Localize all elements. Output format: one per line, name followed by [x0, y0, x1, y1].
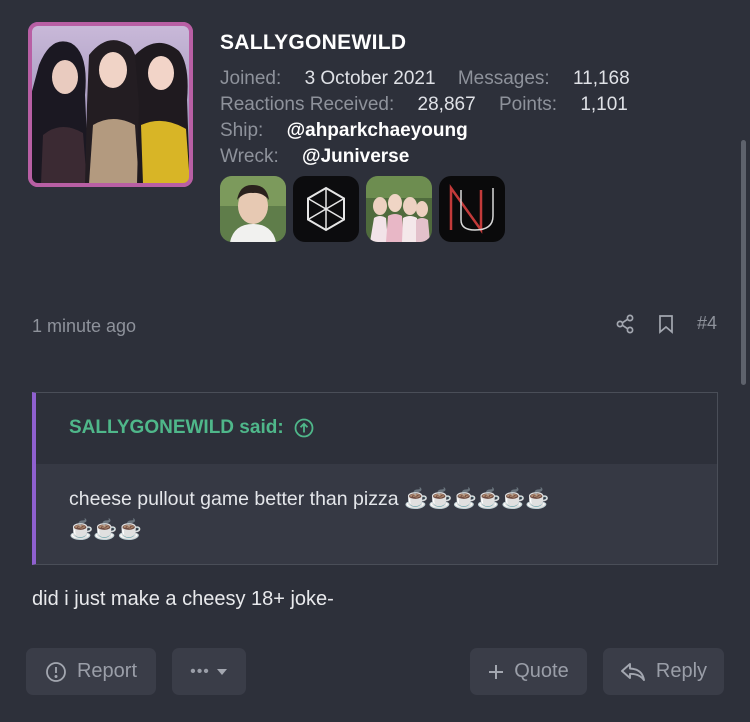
post-number[interactable]: #4 — [697, 313, 717, 334]
reactions-value: 28,867 — [417, 94, 476, 115]
group-photo-badge[interactable] — [366, 176, 432, 242]
post-actions-top: #4 — [615, 313, 717, 334]
hexagon-logo-badge[interactable] — [293, 176, 359, 242]
nu-logo-badge[interactable] — [439, 176, 505, 242]
quote-text: cheese pullout game better than pizza ☕☕… — [69, 488, 550, 510]
wreck-value[interactable]: @Juniverse — [302, 146, 409, 167]
points-label: Points: — [498, 94, 558, 115]
username[interactable]: SALLYGONEWILD — [220, 31, 406, 55]
scrollbar[interactable] — [741, 140, 746, 385]
more-options-button[interactable]: ••• — [172, 648, 246, 695]
ship-row: Ship: @ahparkchaeyoung — [220, 120, 468, 142]
quote-button[interactable]: Quote — [470, 648, 587, 695]
ship-label: Ship: — [220, 120, 264, 141]
quote-text-continued: ☕☕☕ — [69, 519, 142, 541]
quote-body: cheese pullout game better than pizza ☕☕… — [36, 464, 717, 564]
joined-value: 3 October 2021 — [304, 68, 436, 89]
avatar-frame — [28, 22, 193, 187]
share-icon[interactable] — [615, 314, 635, 334]
caret-down-icon — [216, 668, 228, 676]
joined-label: Joined: — [220, 68, 282, 89]
user-badges — [220, 176, 505, 242]
quote-header[interactable]: SALLYGONEWILD said: — [36, 393, 717, 463]
exclamation-circle-icon — [45, 661, 67, 683]
post-message: did i just make a cheesy 18+ joke- — [32, 588, 334, 610]
wreck-row: Wreck: @Juniverse — [220, 146, 409, 168]
messages-value[interactable]: 11,168 — [573, 68, 630, 89]
wreck-label: Wreck: — [220, 146, 279, 167]
plus-icon — [488, 664, 504, 680]
arrow-up-circle-icon[interactable] — [294, 418, 314, 438]
messages-label: Messages: — [457, 68, 550, 89]
reactions-label: Reactions Received: — [220, 94, 395, 115]
reply-label: Reply — [655, 660, 708, 682]
points-value: 1,101 — [580, 94, 628, 115]
reply-button[interactable]: Reply — [603, 648, 724, 695]
reactions-row: Reactions Received: 28,867 Points: 1,101 — [220, 94, 628, 116]
report-label: Report — [76, 660, 138, 682]
quote-author: SALLYGONEWILD said: — [69, 417, 284, 438]
quote-block: SALLYGONEWILD said: cheese pullout game … — [32, 392, 718, 565]
quote-label: Quote — [514, 660, 569, 682]
bookmark-icon[interactable] — [657, 314, 675, 334]
report-button[interactable]: Report — [26, 648, 156, 695]
ship-value[interactable]: @ahparkchaeyoung — [287, 120, 468, 141]
reply-arrow-icon — [620, 661, 646, 683]
more-dots: ••• — [190, 662, 210, 680]
person-portrait-badge[interactable] — [220, 176, 286, 242]
joined-row: Joined: 3 October 2021 Messages: 11,168 — [220, 68, 630, 90]
post-time[interactable]: 1 minute ago — [32, 316, 136, 337]
